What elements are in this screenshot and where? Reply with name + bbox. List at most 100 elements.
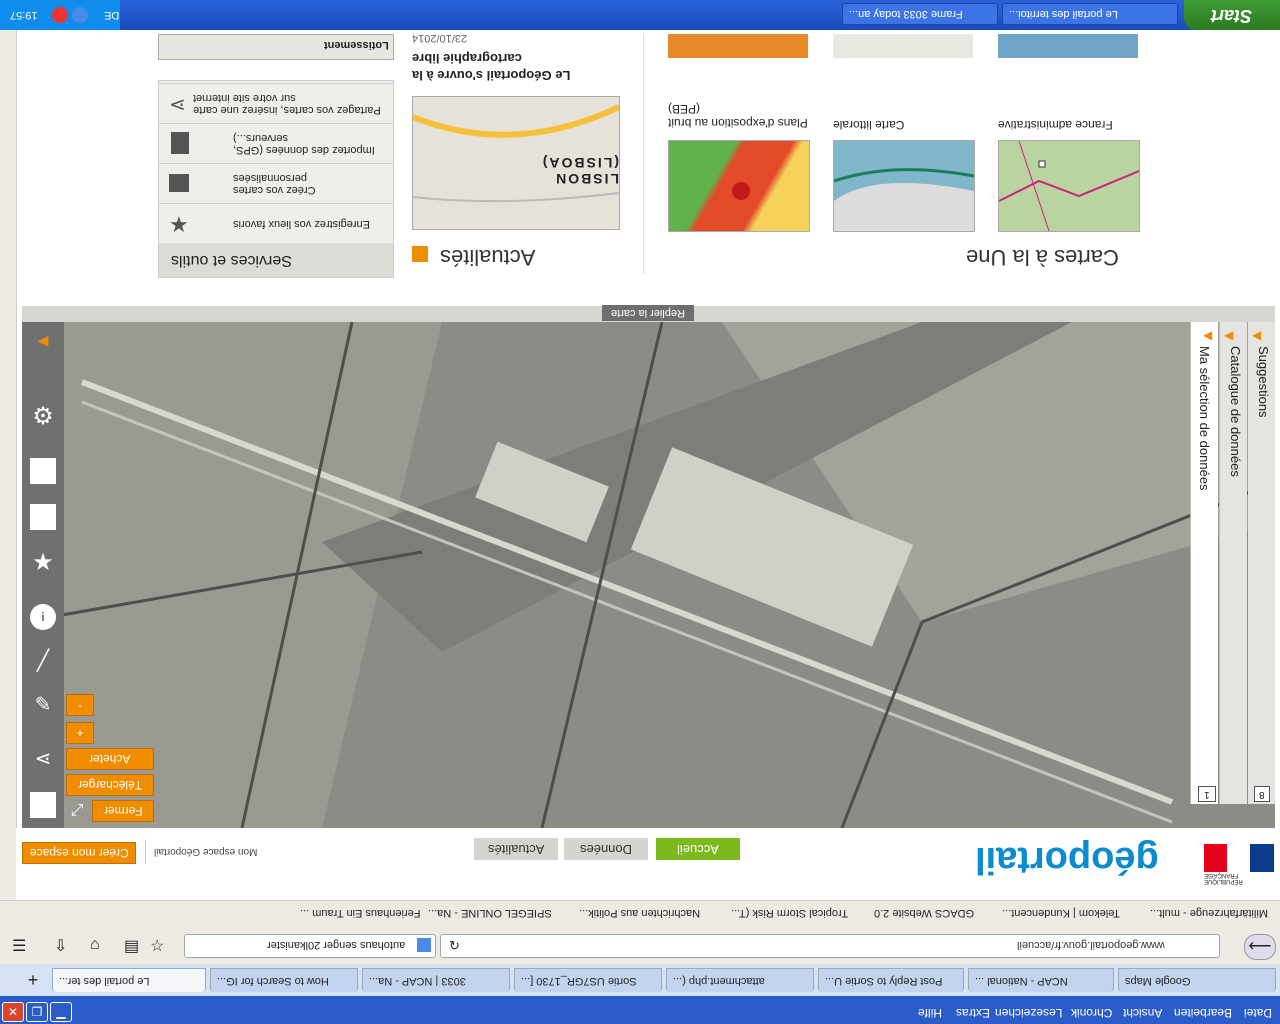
panel-catalogue[interactable]: ◀ Catalogue de données xyxy=(1219,322,1247,804)
zoom-in-button[interactable]: + xyxy=(66,722,94,744)
bookmark-item[interactable]: Militärfahrzeuge - mult... xyxy=(1150,907,1268,919)
taskbar-item-portail[interactable]: Le portail des territoi... xyxy=(1002,3,1178,25)
service-partage[interactable]: Partagez vos cartes, insérez une carte s… xyxy=(159,83,393,123)
tab-label: Accueil xyxy=(677,842,719,857)
map-icon[interactable] xyxy=(30,504,56,530)
news-date: 23/10/2014 xyxy=(412,32,468,44)
reader-icon[interactable]: ▤ xyxy=(124,936,139,956)
service-label: Partagez vos cartes, insérez une carte s… xyxy=(193,91,381,116)
telecharger-button[interactable]: Télécharger xyxy=(66,774,154,796)
language-indicator[interactable]: DE xyxy=(104,9,119,21)
print-icon[interactable] xyxy=(30,792,56,818)
collapse-arrow-icon[interactable]: ◀ xyxy=(1224,328,1233,342)
geoportail-logo[interactable]: géoportail xyxy=(975,838,1195,881)
card-thumbnail-partial[interactable] xyxy=(668,34,808,58)
close-icon[interactable]: ✕ xyxy=(2,1002,24,1022)
panel-label: Ma sélection de données xyxy=(1197,346,1212,491)
collapse-arrow-icon[interactable]: ◀ xyxy=(30,332,56,358)
map-view[interactable] xyxy=(22,322,1275,828)
creer-espace-button[interactable]: Créer mon espace xyxy=(22,842,136,864)
home-icon[interactable]: ⌂ xyxy=(90,936,100,954)
card-carte-littorale[interactable] xyxy=(833,140,975,232)
import-icon[interactable] xyxy=(30,458,56,484)
tab-accueil[interactable]: Accueil xyxy=(656,838,740,860)
zoom-out-button[interactable]: - xyxy=(66,694,94,716)
download-icon[interactable]: ⇩ xyxy=(54,936,67,956)
menu-datei[interactable]: Datei xyxy=(1244,1006,1272,1020)
bookmark-item[interactable]: GDACS Website 2.0 xyxy=(874,907,974,919)
start-button[interactable]: Start xyxy=(1184,0,1280,30)
tab-attachment[interactable]: attachment.php (... xyxy=(666,968,814,992)
republique-text: RÉPUBLIQUE FRANÇAISE xyxy=(1204,872,1243,884)
system-tray: 19:57 DE xyxy=(0,0,120,30)
tab-donnees[interactable]: Données xyxy=(564,838,648,860)
card-thumbnail-partial[interactable] xyxy=(833,34,973,58)
menu-extras[interactable]: Extras xyxy=(956,1006,990,1020)
menu-chronik[interactable]: Chronik xyxy=(1071,1006,1112,1020)
restore-icon[interactable]: ❐ xyxy=(26,1002,48,1022)
fullscreen-icon[interactable]: ⤢ xyxy=(66,800,88,822)
star-icon[interactable]: ★ xyxy=(30,548,56,576)
search-engine-icon[interactable] xyxy=(417,938,431,952)
info-icon[interactable]: i xyxy=(30,604,56,630)
tab-how-to-search[interactable]: How to Search for IG... xyxy=(210,968,358,992)
url-bar[interactable]: www.geoportail.gouv.fr/accueil ↻ xyxy=(440,934,1220,958)
share-icon[interactable]: ⋖ xyxy=(30,746,56,772)
new-tab-button[interactable]: + xyxy=(22,970,44,990)
bookmark-item[interactable]: Telekom | Kundencent... xyxy=(1002,907,1120,919)
tab-label: Post Reply to Sortie U... xyxy=(825,974,943,987)
service-label: Enregistrez vos lieux favoris xyxy=(233,217,370,230)
card-plans-exposition[interactable] xyxy=(668,140,810,232)
menu-ansicht[interactable]: Ansicht xyxy=(1123,1006,1162,1020)
ruler-icon[interactable]: ╱ xyxy=(30,648,56,674)
marianne-logo[interactable]: RÉPUBLIQUE FRANÇAISE xyxy=(1204,844,1274,884)
card-thumbnail-partial[interactable] xyxy=(998,34,1138,58)
search-bar[interactable]: autohaus senger 20lkanister xyxy=(184,934,436,958)
minimize-icon[interactable]: ▁ xyxy=(50,1002,72,1022)
panel-suggestions[interactable]: ◀ Suggestions xyxy=(1248,322,1275,804)
rss-icon[interactable] xyxy=(412,246,428,262)
menu-icon[interactable]: ☰ xyxy=(12,936,26,956)
bookmark-item[interactable]: SPIEGEL ONLINE - Na... xyxy=(428,907,552,919)
acheter-button[interactable]: Acheter xyxy=(66,748,154,770)
bookmark-item[interactable]: Nachrichten aus Politik... xyxy=(579,907,700,919)
menu-bearbeiten[interactable]: Bearbeiten xyxy=(1174,1006,1232,1020)
mon-espace-link[interactable]: Mon espace Géoportail xyxy=(154,846,278,857)
back-arrow-icon[interactable]: ⟵ xyxy=(1244,934,1276,960)
pencil-icon[interactable]: ✎ xyxy=(30,692,56,718)
service-favoris[interactable]: Enregistrez vos lieux favoris ★ xyxy=(159,203,393,243)
card-label: France administrative xyxy=(998,118,1113,132)
vertical-scrollbar[interactable] xyxy=(0,30,17,900)
bookmark-item[interactable]: Ferienhaus Ein Traum ... xyxy=(300,907,420,919)
zoom-out-label: - xyxy=(78,698,82,712)
tab-3033[interactable]: 3033 | NCAP - Na... xyxy=(362,968,510,992)
tab-post-reply[interactable]: Post Reply to Sortie U... xyxy=(818,968,964,992)
tray-icon xyxy=(51,7,68,23)
fermer-button[interactable]: Fermer xyxy=(92,800,154,822)
replier-carte-button[interactable]: Replier la carte xyxy=(602,305,694,321)
reload-icon[interactable]: ↻ xyxy=(449,938,460,954)
star-icon: ★ xyxy=(169,212,189,237)
tab-google-maps[interactable]: Google Maps xyxy=(1118,968,1276,992)
tab-le-portail[interactable]: Le portail des ter... xyxy=(52,968,206,992)
collapse-arrow-icon[interactable]: ◀ xyxy=(1203,328,1212,342)
collapse-arrow-icon[interactable]: ◀ xyxy=(1252,328,1261,342)
bookmark-star-icon[interactable]: ☆ xyxy=(150,936,164,956)
gear-icon[interactable]: ⚙ xyxy=(30,402,56,430)
second-news-image[interactable]: Lotissement xyxy=(158,34,394,60)
taskbar-item-frame[interactable]: Frame 3033 today an... xyxy=(842,3,998,25)
bookmark-item[interactable]: Tropical Storm Risk (T... xyxy=(731,907,848,919)
tab-ncap[interactable]: NCAP - National ... xyxy=(968,968,1114,992)
service-import[interactable]: Importez des données (GPS, serveurs...) xyxy=(159,123,393,163)
menu-lesezeichen[interactable]: Lesezeichen xyxy=(995,1006,1062,1020)
news-image[interactable]: LISBON (LISBOA) xyxy=(411,96,621,230)
tab-actualites[interactable]: Actualités xyxy=(474,838,558,860)
menu-hilfe[interactable]: Hilfe xyxy=(918,1006,942,1020)
card-france-administrative[interactable] xyxy=(998,140,1140,232)
taskbar-item-label: Le portail des territoi... xyxy=(1009,8,1118,20)
news-headline[interactable]: Le Géoportail s'ouvre à la cartographie … xyxy=(412,50,618,84)
panel-selection[interactable]: ◀ Ma sélection de données xyxy=(1190,322,1218,804)
selection-counter: 1 xyxy=(1198,786,1216,802)
tab-sortie[interactable]: Sortie US7GR_1730 [... xyxy=(514,968,662,992)
service-cartes[interactable]: Créez vos cartes personnalisées xyxy=(159,163,393,203)
